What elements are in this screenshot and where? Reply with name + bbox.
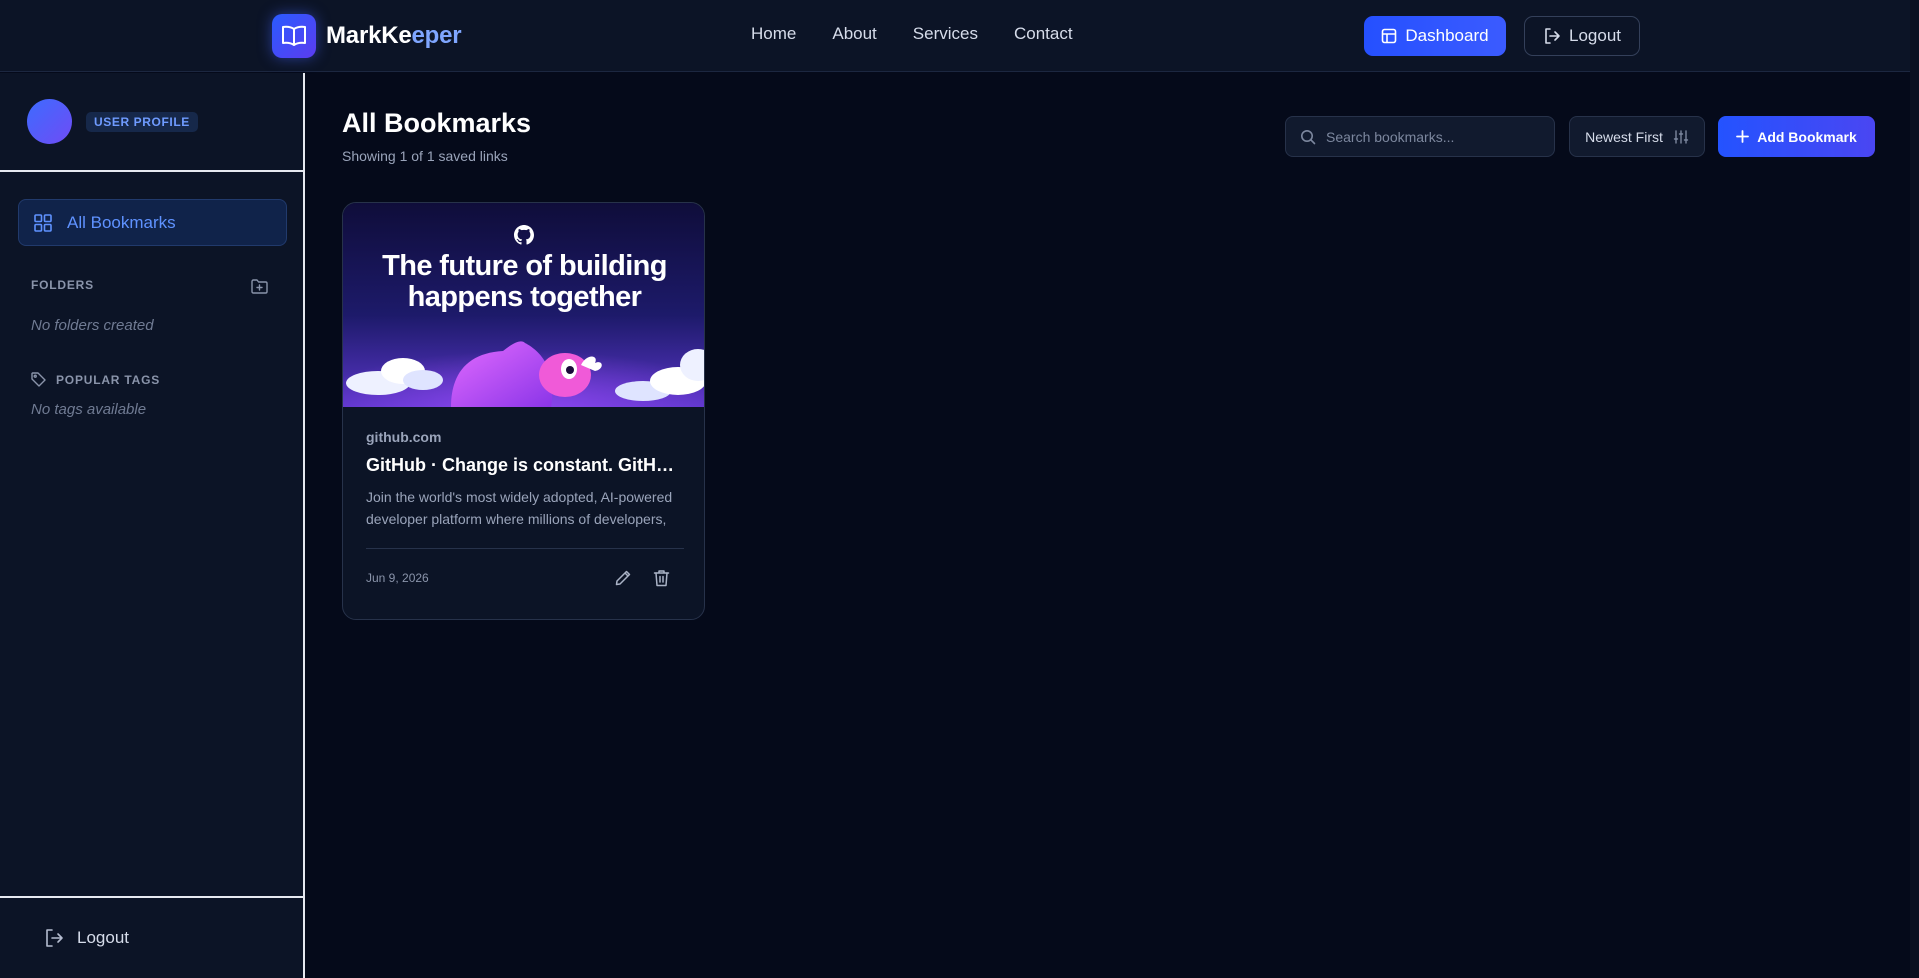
book-icon <box>272 14 316 58</box>
grid-icon <box>34 213 52 232</box>
bookmark-preview-image: The future of building happens together <box>343 203 704 407</box>
logout-label: Logout <box>1569 26 1621 45</box>
dashboard-label: Dashboard <box>1405 26 1489 45</box>
logout-icon <box>44 928 64 948</box>
avatar[interactable] <box>27 99 72 144</box>
sort-label: Newest First <box>1585 128 1663 145</box>
bookmark-date: Jun 9, 2026 <box>366 571 429 585</box>
page-title: All Bookmarks <box>342 108 532 138</box>
bookmark-title[interactable]: GitHub · Change is constant. GitHub keep… <box>366 455 684 476</box>
brand[interactable]: MarkKeeper <box>272 14 462 58</box>
page-subtitle: Showing 1 of 1 saved links <box>342 148 508 164</box>
folders-empty-note: No folders created <box>31 317 154 334</box>
sidebar-logout-button[interactable]: Logout <box>31 928 129 948</box>
github-icon <box>514 225 534 245</box>
bookmark-domain: github.com <box>366 429 442 445</box>
card-divider <box>366 548 684 549</box>
main-content: All Bookmarks Showing 1 of 1 saved links… <box>307 73 1906 978</box>
delete-bookmark-button[interactable] <box>653 569 670 587</box>
bookmark-card[interactable]: The future of building happens together <box>342 202 705 620</box>
tags-heading-label: POPULAR TAGS <box>56 372 161 387</box>
sidebar-item-all-bookmarks[interactable]: All Bookmarks <box>18 199 287 246</box>
sliders-icon <box>1673 129 1689 145</box>
preview-illustration <box>343 313 704 407</box>
brand-name-part2: eper <box>411 22 462 49</box>
logout-icon <box>1543 27 1561 45</box>
user-profile: USER PROFILE <box>0 73 303 172</box>
nav-link-home[interactable]: Home <box>751 24 796 44</box>
tags-heading: POPULAR TAGS <box>31 372 160 387</box>
sidebar: USER PROFILE All Bookmarks FOLDERS No fo… <box>0 73 305 978</box>
add-bookmark-button[interactable]: Add Bookmark <box>1718 116 1875 157</box>
search-icon <box>1300 129 1316 145</box>
sidebar-logout-label: Logout <box>77 928 129 947</box>
preview-headline: The future of building happens together <box>382 250 667 313</box>
page-scrollbar[interactable] <box>1910 0 1919 978</box>
profile-badge: USER PROFILE <box>86 112 198 132</box>
trash-icon <box>653 569 670 587</box>
sidebar-footer: Logout <box>0 896 303 978</box>
logout-button[interactable]: Logout <box>1524 16 1640 56</box>
bookmark-details: github.com GitHub · Change is constant. … <box>366 429 684 530</box>
layout-icon <box>1381 28 1397 44</box>
tag-icon <box>31 372 46 387</box>
dashboard-button[interactable]: Dashboard <box>1364 16 1506 56</box>
nav-link-services[interactable]: Services <box>913 24 978 44</box>
folders-heading: FOLDERS <box>31 278 94 292</box>
tags-empty-note: No tags available <box>31 401 147 418</box>
nav-link-about[interactable]: About <box>832 24 876 44</box>
brand-name-part1: MarkKe <box>326 22 412 49</box>
add-folder-icon[interactable] <box>251 279 268 294</box>
plus-icon <box>1736 130 1750 143</box>
top-navbar: MarkKeeper Home About Services Contact D… <box>0 0 1919 72</box>
nav-links: Home About Services Contact <box>751 24 1109 44</box>
bookmark-description: Join the world's most widely adopted, AI… <box>366 489 673 527</box>
pencil-icon <box>614 569 632 587</box>
sort-button[interactable]: Newest First <box>1569 116 1705 157</box>
search-box <box>1285 116 1555 157</box>
nav-link-contact[interactable]: Contact <box>1014 24 1073 44</box>
add-bookmark-label: Add Bookmark <box>1757 128 1857 145</box>
sidebar-item-label: All Bookmarks <box>67 212 176 232</box>
edit-bookmark-button[interactable] <box>614 569 632 587</box>
brand-name: MarkKeeper <box>326 22 462 50</box>
search-input[interactable] <box>1326 128 1536 145</box>
